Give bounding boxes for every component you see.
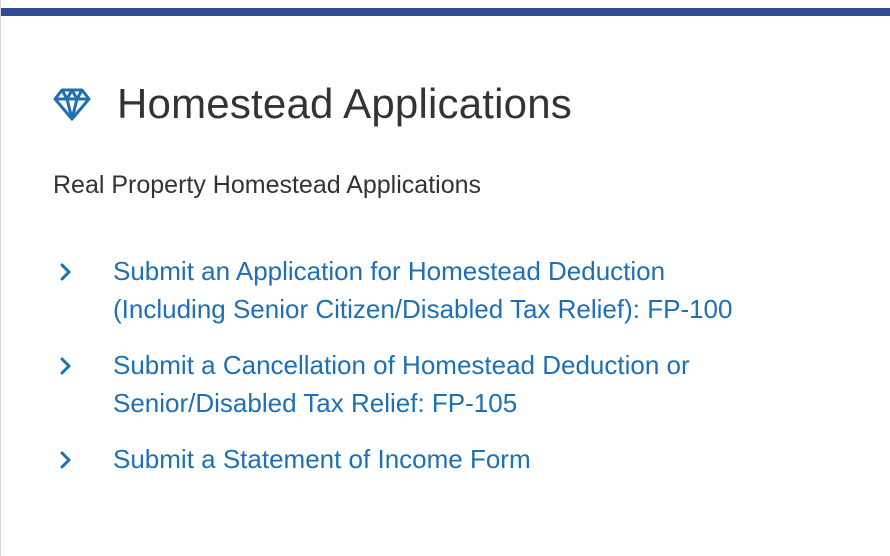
chevron-right-icon	[60, 451, 71, 469]
accent-top-bar	[1, 8, 890, 16]
diamond-icon	[53, 88, 91, 121]
list-item: Submit an Application for Homestead Dedu…	[57, 252, 877, 328]
homestead-applications-card: Homestead Applications Real Property Hom…	[0, 0, 890, 556]
statement-of-income-link[interactable]: Submit a Statement of Income Form	[113, 440, 531, 478]
card-header: Homestead Applications	[53, 72, 572, 136]
list-item: Submit a Statement of Income Form	[57, 440, 877, 478]
list-item: Submit a Cancellation of Homestead Deduc…	[57, 346, 877, 422]
fp-105-cancellation-link[interactable]: Submit a Cancellation of Homestead Deduc…	[113, 346, 690, 422]
fp-100-application-link[interactable]: Submit an Application for Homestead Dedu…	[113, 252, 732, 328]
link-line: Senior/Disabled Tax Relief: FP-105	[113, 388, 518, 418]
page-title: Homestead Applications	[117, 80, 572, 127]
chevron-right-icon	[60, 263, 71, 281]
link-line: Submit a Cancellation of Homestead Deduc…	[113, 350, 690, 380]
page-subtitle: Real Property Homestead Applications	[53, 171, 482, 199]
application-links-list: Submit an Application for Homestead Dedu…	[57, 252, 877, 478]
link-line: Submit an Application for Homestead Dedu…	[113, 256, 666, 286]
link-line: Submit a Statement of Income Form	[113, 444, 531, 474]
chevron-right-icon	[60, 357, 71, 375]
link-line: (Including Senior Citizen/Disabled Tax R…	[113, 294, 733, 324]
